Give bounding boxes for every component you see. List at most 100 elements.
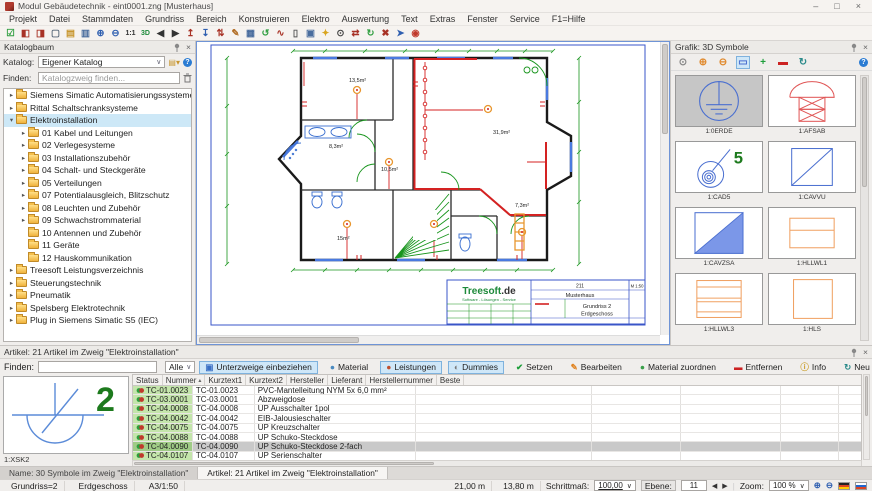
maximize-button[interactable]: □ [834,1,839,11]
close-panel-icon[interactable]: × [863,42,868,52]
lamp-icon[interactable]: ✦ [318,27,333,40]
tree-item[interactable]: 12 Hauskommunikation [4,252,191,265]
tree-item[interactable]: ▸ Rittal Schaltschranksysteme [4,102,191,115]
symbol-afsab[interactable] [768,75,856,127]
project-export-icon[interactable]: ◨ [33,27,48,40]
column-header[interactable]: Beste [437,375,464,385]
tree-item[interactable]: ▸ Plug in Siemens Simatic S5 (IEC) [4,314,191,327]
info-button[interactable]: ⓘ Info [794,361,832,374]
properties-icon[interactable]: ▣ [303,27,318,40]
menu-item[interactable]: Konstruieren [233,14,296,24]
neu-laden-button[interactable]: ↻ Neu laden [838,361,872,374]
menu-item[interactable]: Bereich [190,14,233,24]
katalog-select[interactable]: Eigener Katalog∨ [38,56,165,68]
material-button[interactable]: ● Material [324,361,374,374]
tree-item[interactable]: ▸ Pneumatik [4,289,191,302]
column-header[interactable]: Hersteller [287,375,328,385]
ebene-prev-icon[interactable]: ◀ [712,482,717,490]
symbol-cavzsa[interactable] [675,207,763,259]
draw-icon[interactable]: ✎ [228,27,243,40]
symbol-cavvu[interactable] [768,141,856,193]
expander-icon[interactable]: ▸ [19,216,28,224]
table-row[interactable]: TC-01.0023 TC-01.0023 PVC-Mantelleitung … [133,386,861,395]
material-zuordnen-button[interactable]: ● Material zuordnen [634,361,722,374]
menu-item[interactable]: Extras [424,14,462,24]
print-icon[interactable]: ▥ [78,27,93,40]
search-icon[interactable]: ⊙ [333,27,348,40]
table-row[interactable]: TC-04.0075 TC-04.0075 UP Kreuzschalter [133,424,861,433]
zoom-out-icon[interactable]: ⊖ [108,27,123,40]
canvas-horizontal-scrollbar[interactable] [197,335,660,344]
table-vertical-scrollbar[interactable] [863,374,870,460]
expander-icon[interactable]: ▾ [7,116,16,124]
rotate-icon[interactable]: ↺ [258,27,273,40]
column-header[interactable]: Status [133,375,163,385]
expander-icon[interactable]: ▸ [19,154,28,162]
help-icon[interactable]: ? [859,58,868,67]
table-row[interactable]: TC-04.0042 TC-04.0042 EIB-Jalousieschalt… [133,414,861,423]
include-subbranches-button[interactable]: ▣ Unterzweige einbeziehen [199,361,317,374]
remove-ref-icon[interactable]: ✖ [378,27,393,40]
zoom-fit-icon[interactable]: ⊙ [676,56,690,69]
project-import-icon[interactable]: ◧ [18,27,33,40]
menu-item[interactable]: Auswertung [336,14,396,24]
pin-icon[interactable] [173,43,181,52]
symbol-cad5[interactable]: 5 [675,141,763,193]
ok-icon[interactable]: ☑ [3,27,18,40]
move-down-icon[interactable]: ↧ [198,27,213,40]
select-frame-icon[interactable]: ▭ [736,56,750,69]
clear-search-icon[interactable] [183,73,192,83]
table-row[interactable]: TC-04.0088 TC-04.0088 UP Schuko-Steckdos… [133,433,861,442]
bottom-tab[interactable]: Name: 30 Symbole im Zweig "Elektroinstal… [0,467,198,479]
minimize-button[interactable]: – [813,1,818,11]
tree-item[interactable]: ▸ Steuerungstechnik [4,277,191,290]
column-header[interactable]: Herstellernummer [366,375,437,385]
tree-item[interactable]: ▸ Spelsberg Elektrotechnik [4,302,191,315]
menu-item[interactable]: Text [395,14,424,24]
menu-item[interactable]: Projekt [3,14,43,24]
menu-item[interactable]: Datei [43,14,76,24]
expander-icon[interactable]: ▸ [19,166,28,174]
symbol-hls[interactable] [768,273,856,325]
menu-item[interactable]: Fenster [461,14,504,24]
zoom-select[interactable]: 100 %∨ [769,480,809,491]
close-button[interactable]: × [856,1,861,11]
close-panel-icon[interactable]: × [863,347,868,357]
catalog-search-input[interactable] [38,72,180,84]
expander-icon[interactable]: ▸ [19,204,28,212]
zoom-in-icon[interactable]: ⊕ [814,480,821,491]
drawing-canvas[interactable]: 13,5m² 31,9m² 10,5m² 8,3m² 15m² 7,3m² Tr… [196,41,670,345]
add-symbol-icon[interactable]: + [756,56,770,69]
close-panel-icon[interactable]: × [186,42,191,52]
table-row[interactable]: TC-04.0008 TC-04.0008 UP Ausschalter 1po… [133,405,861,414]
tree-item[interactable]: ▸ 08 Leuchten und Zubehör [4,202,191,215]
expander-icon[interactable]: ▸ [7,104,16,112]
tree-item[interactable]: ▸ 01 Kabel und Leitungen [4,127,191,140]
expander-icon[interactable]: ▸ [7,291,16,299]
reload-icon[interactable]: ↻ [363,27,378,40]
zoom-out-icon[interactable]: ⊖ [826,480,833,491]
column-header[interactable]: Lieferant [328,375,366,385]
tree-item[interactable]: ▸ 03 Installationszubehör [4,152,191,165]
expander-icon[interactable]: ▸ [19,141,28,149]
column-header[interactable]: Kurztext2 [246,375,287,385]
expander-icon[interactable]: ▸ [19,179,28,187]
column-header[interactable]: Nummer [163,375,206,385]
open-file-icon[interactable]: ▤ [63,27,78,40]
freehand-icon[interactable]: ∿ [273,27,288,40]
zoom-in-icon[interactable]: ⊕ [93,27,108,40]
menu-item[interactable]: Stammdaten [76,14,139,24]
zoom-in-icon[interactable]: ⊕ [696,56,710,69]
sort-levels-icon[interactable]: ⇅ [213,27,228,40]
swap-icon[interactable]: ⇄ [348,27,363,40]
entfernen-button[interactable]: ▬ Entfernen [728,361,788,374]
menu-item[interactable]: F1=Hilfe [546,14,592,24]
expander-icon[interactable]: ▸ [7,279,16,287]
setzen-button[interactable]: ✔ Setzen [510,361,559,374]
expander-icon[interactable]: ▸ [19,129,28,137]
tree-item[interactable]: 11 Geräte [4,239,191,252]
symbol-hllwl1[interactable] [768,207,856,259]
symbol-erde[interactable] [675,75,763,127]
menu-item[interactable]: Service [504,14,546,24]
ebene-input[interactable]: 11 [681,480,707,491]
